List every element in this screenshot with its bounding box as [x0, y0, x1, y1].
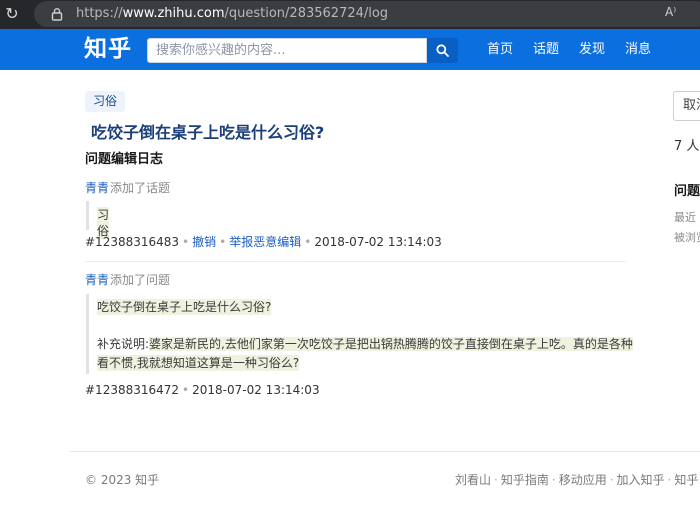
question-title[interactable]: 吃饺子倒在桌子上吃是什么习俗?: [91, 121, 324, 145]
log-id: #12388316472: [85, 383, 180, 397]
browser-toolbar: ↻ https://www.zhihu.com/question/2835627…: [0, 0, 700, 29]
log-content-quote: 习俗: [86, 201, 110, 239]
reload-icon[interactable]: ↻: [2, 4, 22, 24]
follower-count: 7 人关: [674, 139, 700, 154]
footer-divider: [70, 451, 700, 452]
address-bar[interactable]: https://www.zhihu.com/question/283562724…: [34, 1, 700, 27]
footer-link[interactable]: 加入知乎: [617, 473, 665, 487]
url-text: https://www.zhihu.com/question/283562724…: [76, 5, 388, 23]
nav-messages[interactable]: 消息: [625, 41, 651, 59]
report-edit-link[interactable]: 举报恶意编辑: [229, 235, 301, 249]
url-path: /question/283562724/log: [224, 6, 389, 21]
lock-icon: [51, 8, 63, 21]
search-input[interactable]: [148, 39, 426, 62]
copyright: © 2023 知乎: [85, 473, 160, 487]
zhihu-logo[interactable]: 知乎: [84, 33, 132, 65]
sidebar-heading: 问题: [674, 184, 700, 199]
footer-link[interactable]: 知乎: [674, 473, 698, 487]
supplement-line-1: 补充说明:婆家是新民的,去他们家第一次吃饺子是把出锅热腾腾的饺子直接倒在桌子上吃…: [97, 336, 633, 352]
search-button[interactable]: [427, 38, 458, 63]
log-meta: #12388316472 • 2018-07-02 13:14:03: [85, 383, 320, 397]
supplement-label: 补充说明:: [97, 337, 150, 351]
log-time: 2018-07-02 13:14:03: [192, 383, 320, 397]
footer-link[interactable]: 知乎指南: [501, 473, 549, 487]
undo-link[interactable]: 撤销: [192, 235, 216, 249]
log-user-link[interactable]: 青青: [85, 272, 109, 288]
log-action: 添加了话题: [110, 181, 171, 195]
url-scheme: https://: [76, 6, 123, 21]
cancel-follow-button[interactable]: 取消: [673, 91, 700, 121]
site-header: 知乎 首页 话题 发现 消息: [0, 29, 700, 70]
footer-link[interactable]: 移动应用: [559, 473, 607, 487]
edit-log-heading: 问题编辑日志: [85, 152, 164, 167]
supplement-text-2: 看不惯,我就想知道这算是一种习俗么?: [97, 355, 300, 371]
sidebar-text-2: 被浏览: [674, 231, 700, 244]
log-content-quote: 吃饺子倒在桌子上吃是什么习俗? 补充说明:婆家是新民的,去他们家第一次吃饺子是把…: [86, 294, 633, 374]
supplement-text-1: 婆家是新民的,去他们家第一次吃饺子是把出锅热腾腾的饺子直接倒在桌子上吃。真的是各…: [149, 337, 633, 351]
read-aloud-icon[interactable]: A⁾: [665, 5, 676, 19]
log-content-text: 吃饺子倒在桌子上吃是什么习俗?: [97, 299, 272, 315]
log-divider: [85, 261, 626, 262]
log-time: 2018-07-02 13:14:03: [314, 235, 442, 249]
nav-topics[interactable]: 话题: [533, 41, 559, 59]
nav-home[interactable]: 首页: [487, 41, 513, 59]
log-user-link[interactable]: 青青: [85, 180, 109, 196]
footer-links: 刘看山 · 知乎指南 · 移动应用 · 加入知乎 · 知乎: [455, 473, 699, 487]
nav-explore[interactable]: 发现: [579, 41, 605, 59]
log-action: 添加了问题: [110, 273, 171, 287]
footer-link[interactable]: 刘看山: [455, 473, 491, 487]
log-id: #12388316483: [85, 235, 180, 249]
search-box: [147, 38, 427, 63]
url-host: www.zhihu.com: [122, 6, 225, 21]
sidebar-text-1: 最近: [674, 211, 696, 224]
topic-tag[interactable]: 习俗: [85, 91, 126, 112]
log-meta: #12388316483 • 撤销 • 举报恶意编辑 • 2018-07-02 13:14:…: [85, 235, 442, 249]
search-icon: [436, 44, 449, 57]
